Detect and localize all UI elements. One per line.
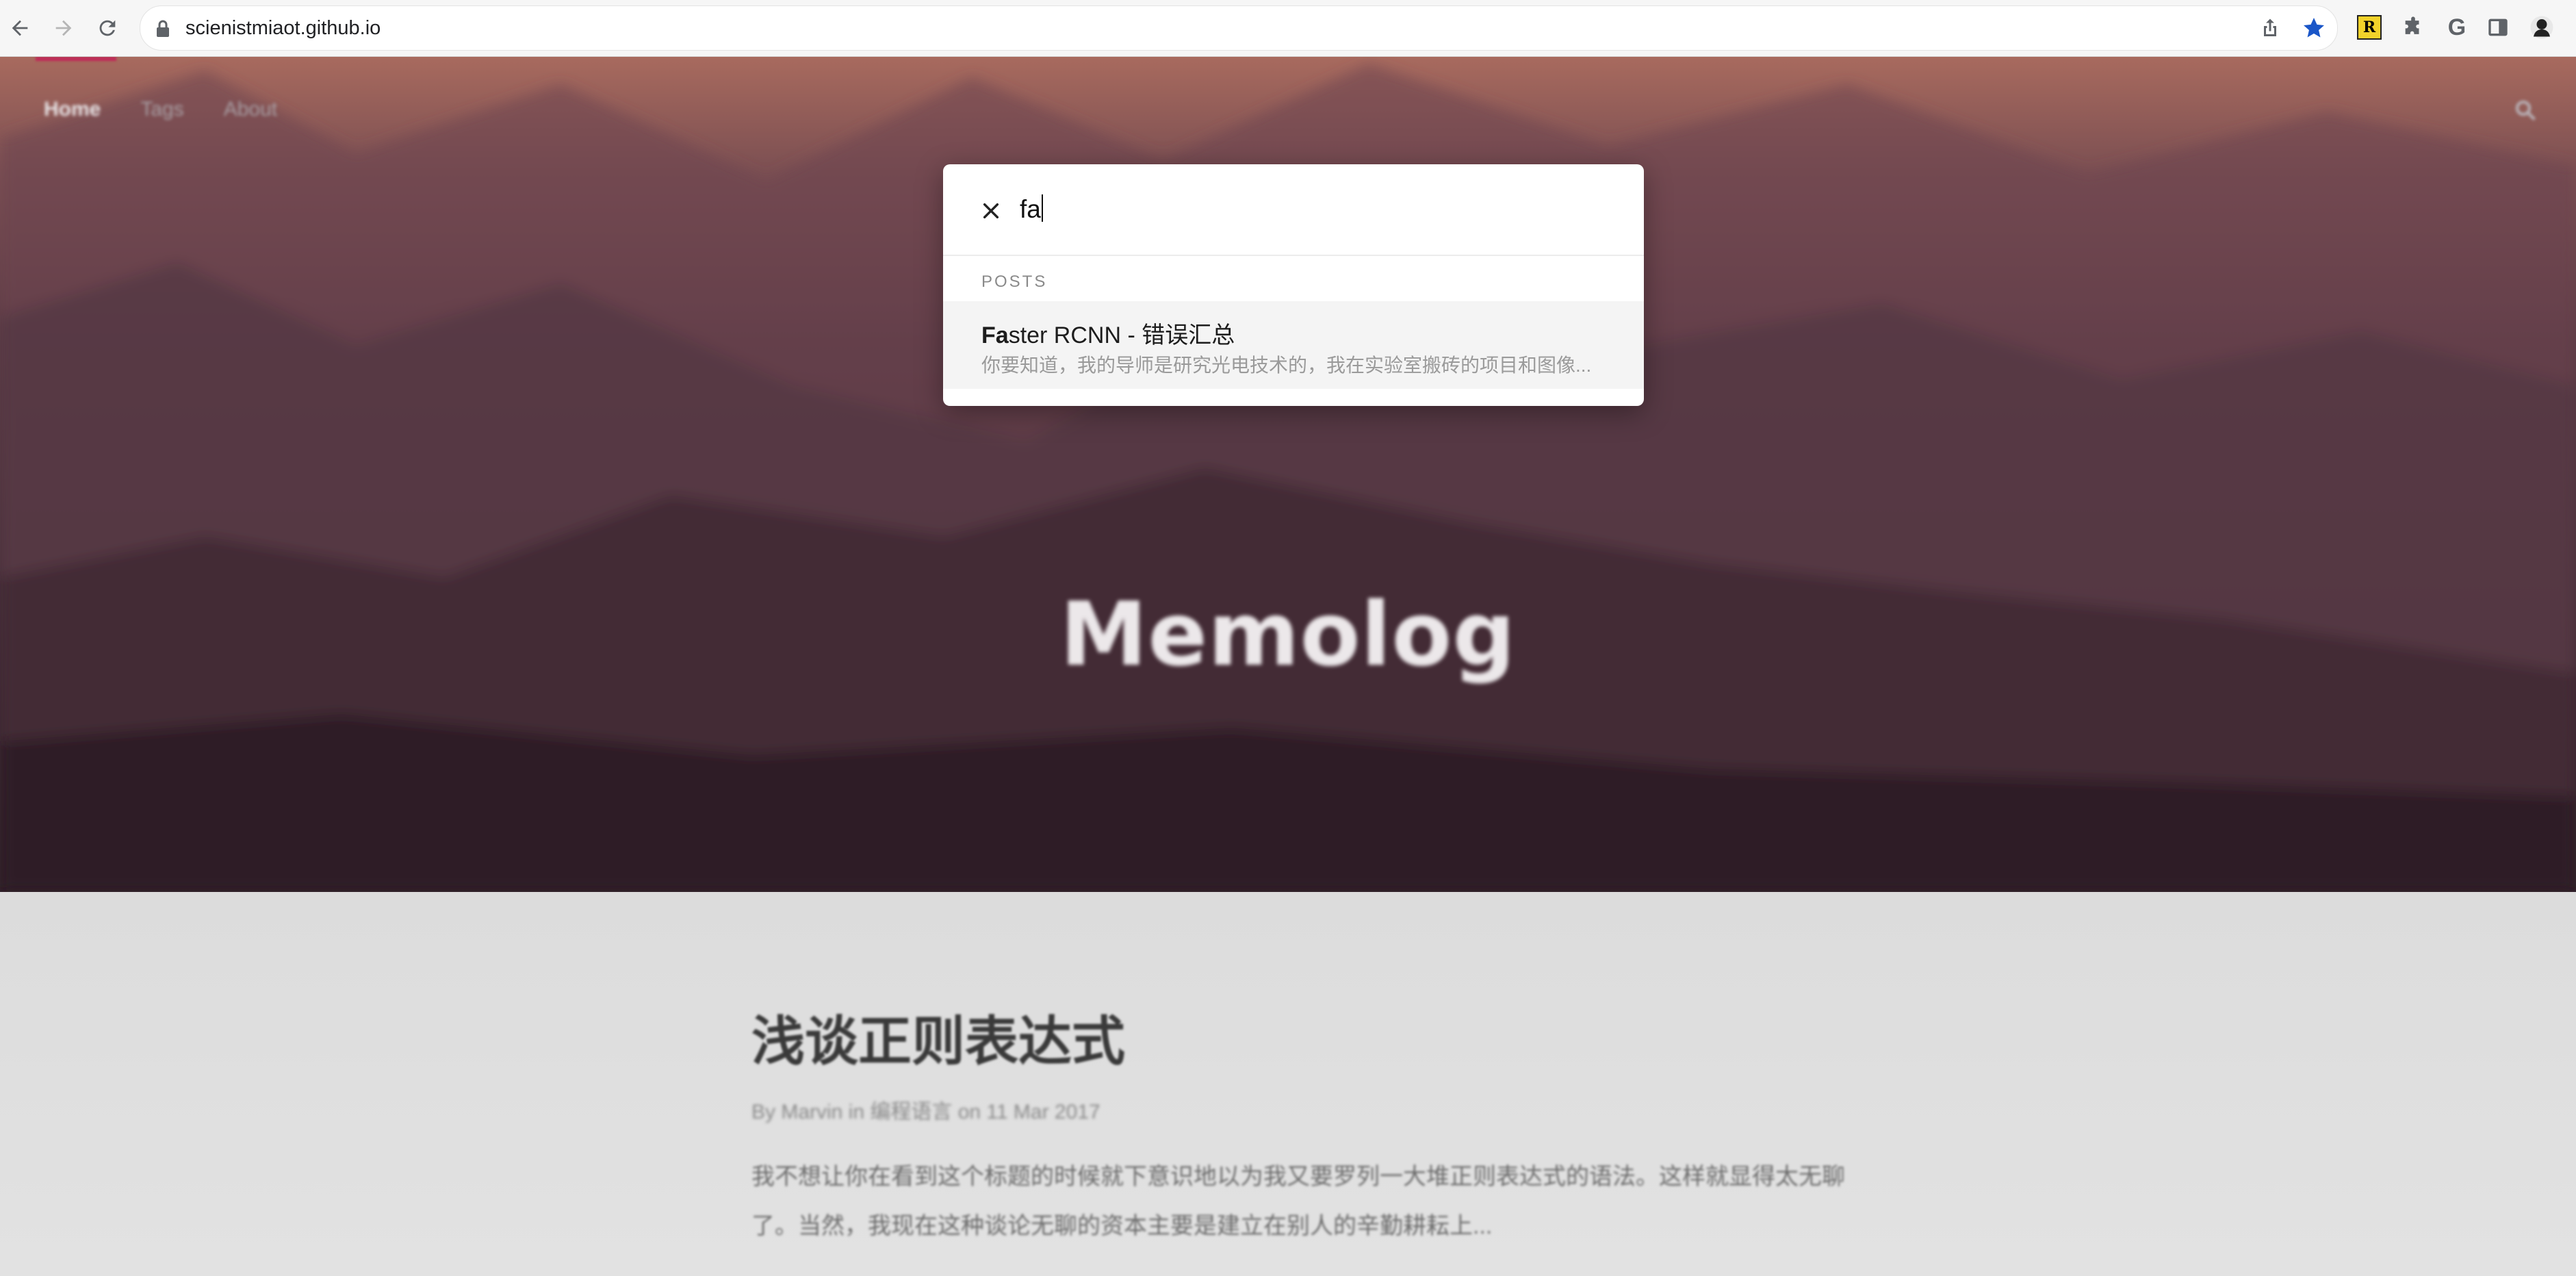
extensions-puzzle-icon[interactable] bbox=[2399, 14, 2427, 41]
nav-home[interactable]: Home bbox=[44, 98, 101, 121]
post-list: 浅谈正则表达式 By Marvin in 编程语言 on 11 Mar 2017… bbox=[0, 892, 2576, 1276]
extension-r-icon[interactable]: R bbox=[2356, 14, 2383, 41]
site-search-icon[interactable] bbox=[2513, 98, 2538, 123]
address-bar[interactable]: scienistmiaot.github.io bbox=[140, 5, 2338, 51]
bookmark-star-icon[interactable] bbox=[2302, 16, 2326, 40]
search-result[interactable]: Faster RCNN - 错误汇总 你要知道，我的导师是研究光电技术的，我在实… bbox=[943, 301, 1644, 389]
search-result-title: Faster RCNN - 错误汇总 bbox=[981, 322, 1235, 348]
reload-button[interactable] bbox=[92, 12, 123, 44]
forward-button[interactable] bbox=[48, 12, 79, 44]
post-excerpt: 我不想让你在看到这个标题的时候就下意识地以为我又要罗列一大堆正则表达式的语法。这… bbox=[751, 1164, 1845, 1239]
side-panel-icon[interactable] bbox=[2484, 14, 2512, 41]
browser-toolbar: scienistmiaot.github.io R G bbox=[0, 0, 2576, 57]
search-header: fa bbox=[943, 164, 1644, 256]
results-section-label: POSTS bbox=[981, 272, 1048, 291]
google-g-icon[interactable]: G bbox=[2443, 14, 2471, 41]
back-button[interactable] bbox=[4, 12, 36, 44]
back-arrow-icon bbox=[12, 20, 28, 36]
profile-avatar-icon[interactable] bbox=[2528, 14, 2555, 41]
text-caret bbox=[1041, 194, 1043, 222]
search-modal: fa POSTS Faster RCNN - 错误汇总 你要知道，我的导师是研究… bbox=[943, 164, 1644, 406]
forward-arrow-icon bbox=[55, 20, 72, 36]
search-input[interactable]: fa bbox=[1020, 194, 1043, 224]
nav-tags[interactable]: Tags bbox=[140, 98, 183, 121]
lock-icon bbox=[157, 20, 169, 37]
url-text: scienistmiaot.github.io bbox=[185, 17, 381, 39]
close-icon[interactable] bbox=[980, 200, 1002, 222]
site-title: Memolog bbox=[1060, 584, 1516, 686]
search-result-excerpt: 你要知道，我的导师是研究光电技术的，我在实验室搬砖的项目和图像... bbox=[981, 355, 1592, 376]
nav-about[interactable]: About bbox=[224, 98, 277, 121]
post-meta: By Marvin in 编程语言 on 11 Mar 2017 bbox=[751, 1101, 1100, 1123]
active-nav-indicator bbox=[36, 57, 116, 61]
share-icon[interactable] bbox=[2258, 16, 2282, 40]
reload-icon bbox=[99, 20, 116, 36]
site-navigation: Home Tags About bbox=[44, 98, 277, 121]
post-title[interactable]: 浅谈正则表达式 bbox=[751, 999, 1125, 1075]
